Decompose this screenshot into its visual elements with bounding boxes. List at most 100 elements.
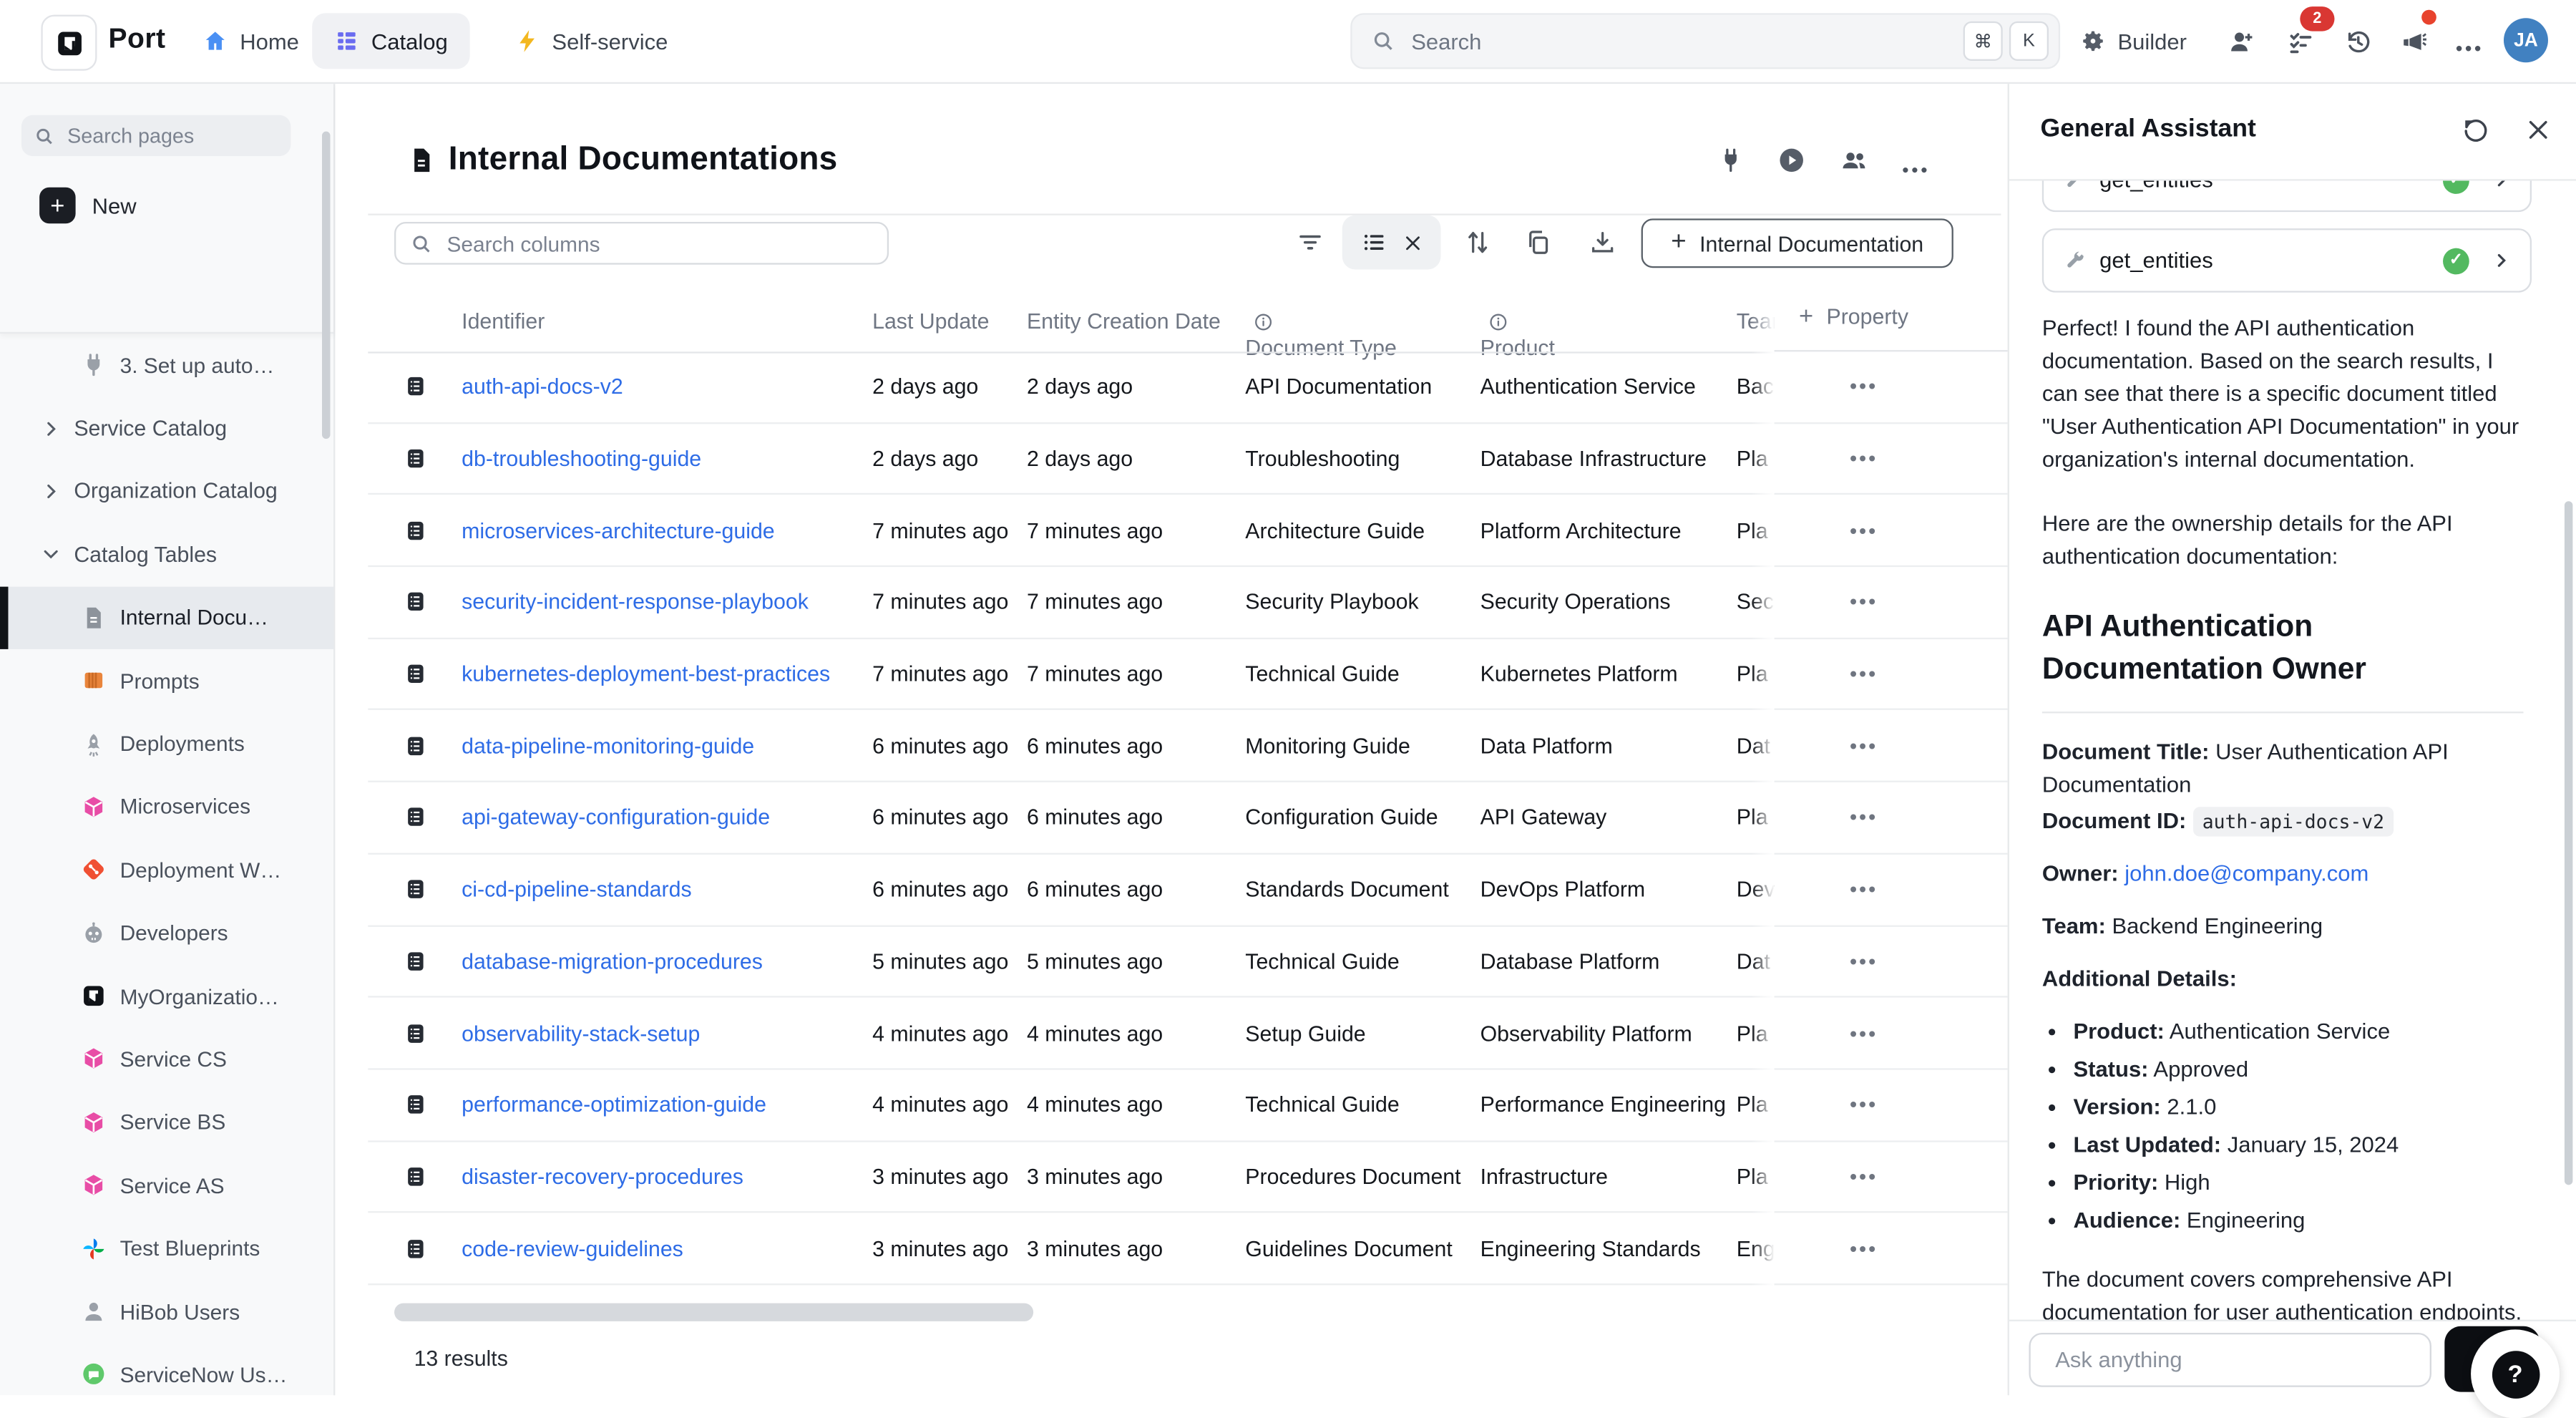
sidebar-item-deployments[interactable]: Deployments	[0, 712, 333, 775]
chevron-right-icon	[2492, 251, 2510, 269]
list-view-icon[interactable]	[1361, 230, 1385, 254]
sidebar-search[interactable]	[21, 115, 291, 156]
row-more-button[interactable]: •••	[1850, 375, 1878, 398]
help-button[interactable]: ?	[2471, 1329, 2560, 1418]
sidebar-item-service-bs[interactable]: Service BS	[0, 1091, 333, 1154]
identifier-link[interactable]: api-gateway-configuration-guide	[462, 805, 770, 830]
entity-doc-icon	[404, 876, 427, 903]
gear-icon	[2080, 28, 2107, 54]
sidebar-item-deployment-w[interactable]: Deployment W…	[0, 838, 333, 901]
sidebar-item-service-cs[interactable]: Service CS	[0, 1028, 333, 1091]
row-more-button[interactable]: •••	[1850, 1093, 1878, 1116]
tool-call-card[interactable]: get_entities✓	[2042, 228, 2532, 293]
document-type-cell: Standards Document	[1245, 877, 1448, 901]
tasks-icon[interactable]	[2287, 28, 2315, 56]
add-property-button[interactable]: + Property	[1775, 283, 2008, 351]
search-columns[interactable]	[394, 222, 889, 265]
sidebar-item-3-set-up-auto[interactable]: 3. Set up auto…	[0, 334, 333, 397]
global-search[interactable]: ⌘ K	[1350, 13, 2060, 69]
col-identifier[interactable]: Identifier	[462, 309, 545, 334]
copy-icon[interactable]	[1525, 228, 1553, 256]
row-more-button[interactable]: •••	[1850, 734, 1878, 757]
row-more-button[interactable]: •••	[1850, 878, 1878, 900]
sidebar-scrollbar[interactable]	[322, 132, 330, 439]
sidebar-item-servicenow-us[interactable]: ServiceNow Us…	[0, 1343, 333, 1394]
identifier-link[interactable]: data-pipeline-monitoring-guide	[462, 734, 754, 758]
nav-item-self-service[interactable]: Self-service	[493, 13, 689, 69]
row-more-button[interactable]: •••	[1850, 447, 1878, 470]
col-last-update[interactable]: Last Update	[872, 309, 989, 334]
identifier-link[interactable]: microservices-architecture-guide	[462, 518, 775, 543]
row-actions: •••	[1775, 1213, 2008, 1285]
col-product[interactable]: Product	[1480, 309, 1508, 334]
row-more-button[interactable]: •••	[1850, 950, 1878, 973]
sidebar-item-test-blueprints[interactable]: Test Blueprints	[0, 1217, 333, 1280]
row-more-button[interactable]: •••	[1850, 1237, 1878, 1260]
ask-input[interactable]	[2052, 1345, 2409, 1373]
col-entity-creation-date[interactable]: Entity Creation Date	[1027, 309, 1221, 334]
identifier-link[interactable]: code-review-guidelines	[462, 1236, 683, 1261]
download-icon[interactable]	[1589, 228, 1616, 256]
assistant-scrollbar[interactable]	[2565, 501, 2572, 1185]
identifier-link[interactable]: db-troubleshooting-guide	[462, 446, 701, 470]
row-more-button[interactable]: •••	[1850, 662, 1878, 685]
builder-button[interactable]: Builder	[2080, 0, 2187, 82]
close-icon[interactable]	[2525, 117, 2552, 143]
audience-icon[interactable]	[1840, 146, 1868, 174]
identifier-link[interactable]: security-incident-response-playbook	[462, 590, 809, 614]
product-cell: Platform Architecture	[1480, 518, 1682, 543]
nav-item-home[interactable]: Home	[181, 13, 321, 69]
history-icon[interactable]	[2344, 28, 2372, 56]
tool-call-card[interactable]: get_entities✓	[2042, 181, 2532, 213]
identifier-link[interactable]: auth-api-docs-v2	[462, 374, 623, 399]
global-search-input[interactable]	[1408, 27, 1957, 55]
new-page-button[interactable]: + New	[39, 185, 136, 225]
rocket-icon	[81, 731, 107, 757]
more-menu-icon[interactable]	[2454, 34, 2482, 62]
plug-icon[interactable]	[1717, 146, 1745, 174]
row-more-button[interactable]: •••	[1850, 1165, 1878, 1188]
owner-email-link[interactable]: john.doe@company.com	[2124, 861, 2368, 885]
sidebar-item-developers[interactable]: Developers	[0, 901, 333, 964]
tool-name: get_entities	[2099, 248, 2429, 273]
identifier-link[interactable]: kubernetes-deployment-best-practices	[462, 661, 830, 686]
sidebar-item-organization-catalog[interactable]: Organization Catalog	[0, 460, 333, 523]
identifier-link[interactable]: ci-cd-pipeline-standards	[462, 877, 691, 901]
avatar[interactable]: JA	[2504, 18, 2548, 62]
identifier-link[interactable]: performance-optimization-guide	[462, 1092, 766, 1117]
row-more-button[interactable]: •••	[1850, 806, 1878, 829]
reset-icon[interactable]	[2463, 117, 2489, 143]
demo-video-icon[interactable]	[1777, 146, 1805, 174]
sidebar-item-internal-docu[interactable]: Internal Docu…	[0, 586, 333, 649]
page-more-icon[interactable]	[1901, 156, 1928, 184]
sidebar-item-label: ServiceNow Us…	[120, 1362, 288, 1387]
filter-icon[interactable]	[1296, 228, 1324, 256]
sidebar-item-hibob-users[interactable]: HiBob Users	[0, 1280, 333, 1343]
cube-icon	[81, 1046, 107, 1072]
add-entity-button[interactable]: + Internal Documentation	[1641, 218, 1953, 268]
sidebar-item-service-as[interactable]: Service AS	[0, 1154, 333, 1217]
row-more-button[interactable]: •••	[1850, 591, 1878, 613]
sidebar-item-myorganizatio[interactable]: MyOrganizatio…	[0, 964, 333, 1027]
clear-view-icon[interactable]	[1402, 233, 1423, 253]
row-more-button[interactable]: •••	[1850, 1021, 1878, 1044]
assistant-title: General Assistant	[2041, 115, 2256, 145]
sidebar-item-catalog-tables[interactable]: Catalog Tables	[0, 523, 333, 586]
sort-icon[interactable]	[1464, 228, 1492, 256]
identifier-link[interactable]: observability-stack-setup	[462, 1021, 700, 1045]
port-logo[interactable]	[41, 15, 97, 71]
identifier-link[interactable]: disaster-recovery-procedures	[462, 1164, 743, 1188]
row-more-button[interactable]: •••	[1850, 519, 1878, 542]
creation-date-cell: 5 minutes ago	[1027, 949, 1163, 973]
search-columns-input[interactable]	[444, 229, 872, 257]
nav-item-catalog[interactable]: Catalog	[312, 13, 469, 69]
sidebar-item-microservices[interactable]: Microservices	[0, 775, 333, 838]
sidebar-item-prompts[interactable]: Prompts	[0, 649, 333, 712]
table-horizontal-scrollbar[interactable]	[394, 1303, 1033, 1321]
announcements-icon[interactable]	[2400, 28, 2428, 56]
sidebar-item-service-catalog[interactable]: Service Catalog	[0, 397, 333, 460]
col-document-type[interactable]: Document Type	[1245, 309, 1273, 334]
sidebar-search-input[interactable]	[64, 122, 278, 149]
identifier-link[interactable]: database-migration-procedures	[462, 949, 763, 973]
invite-user-icon[interactable]	[2228, 28, 2255, 56]
